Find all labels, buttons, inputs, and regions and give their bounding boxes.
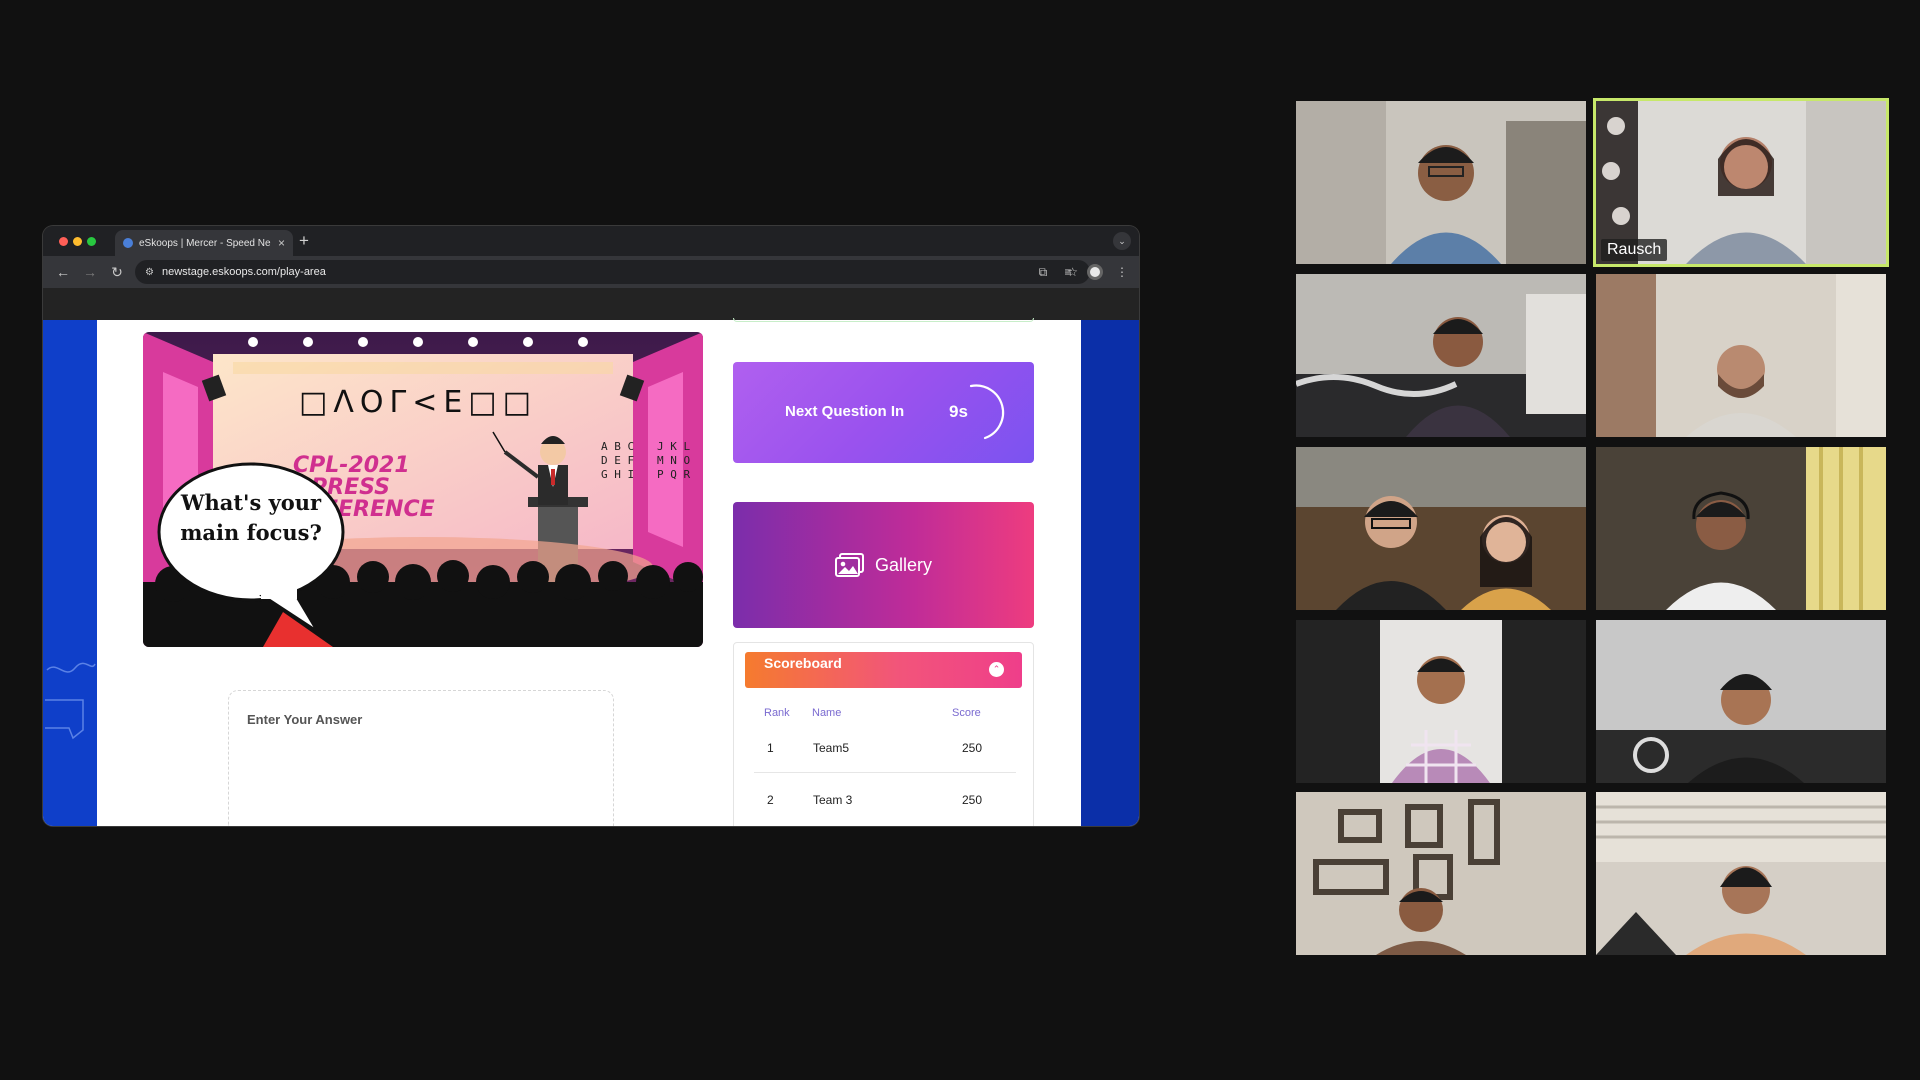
team-name-cell: Team5 xyxy=(813,741,850,755)
participant-video-tile[interactable] xyxy=(1296,620,1586,783)
participant-video-tile[interactable] xyxy=(1296,101,1586,264)
next-question-label: Next Question In xyxy=(785,403,905,420)
tab-bar: eSkoops | Mercer - Speed Ne × + ⌄ xyxy=(43,226,1139,256)
collapse-chevron-icon[interactable]: ⌃ xyxy=(989,662,1004,677)
participant-video-tile[interactable] xyxy=(1596,447,1886,610)
new-tab-icon[interactable]: + xyxy=(299,231,309,251)
gallery-button[interactable]: Gallery xyxy=(733,502,1034,628)
left-blue-margin xyxy=(43,320,97,826)
url-text: newstage.eskoops.com/play-area xyxy=(161,266,326,278)
browser-toolbar: ← → ↻ ⚙ newstage.eskoops.com/play-area ⧉… xyxy=(43,256,1139,288)
participant-video-tile[interactable] xyxy=(1596,792,1886,955)
gallery-label: Gallery xyxy=(874,554,932,575)
svg-text:G H I: G H I xyxy=(601,468,634,481)
reading-list-icon[interactable]: ≡ xyxy=(1059,262,1077,282)
scoreboard-title: Scoreboard xyxy=(764,655,842,671)
question-image: □ΛΟΓ<Ε□□ CPL-2021 PRESS FERENCE A B CD E… xyxy=(143,332,703,647)
previous-card-edge xyxy=(733,318,1034,322)
participant-video-tile-active-speaker[interactable]: Rausch xyxy=(1593,98,1889,267)
column-header-score: Score xyxy=(952,707,981,719)
tab-close-icon[interactable]: × xyxy=(278,237,285,249)
forward-icon[interactable]: → xyxy=(80,262,100,282)
doodle-decoration xyxy=(45,662,96,740)
participant-video-tile[interactable] xyxy=(1596,620,1886,783)
rank-cell: 1 xyxy=(767,741,774,755)
score-cell: 250 xyxy=(962,741,983,755)
favicon-icon xyxy=(123,238,133,248)
next-question-timer-card: Next Question In 9s xyxy=(733,362,1034,463)
svg-text:A B C: A B C xyxy=(601,440,634,453)
svg-text:M N O: M N O xyxy=(657,454,690,467)
address-bar[interactable]: ⚙ newstage.eskoops.com/play-area ⧉ ☆ xyxy=(135,260,1090,284)
profile-avatar[interactable] xyxy=(1087,264,1103,280)
menu-kebab-icon[interactable]: ⋮ xyxy=(1113,262,1131,282)
right-blue-margin xyxy=(1081,320,1139,826)
browser-tab[interactable]: eSkoops | Mercer - Speed Ne × xyxy=(115,230,293,256)
svg-text:D E F: D E F xyxy=(601,454,634,467)
countdown-ring-icon xyxy=(969,384,1005,440)
window-minimize-button[interactable] xyxy=(73,237,82,246)
scoreboard-header[interactable]: Scoreboard ⌃ xyxy=(745,652,1022,688)
participant-video-tile[interactable] xyxy=(1296,447,1586,610)
tab-search-icon[interactable]: ⌄ xyxy=(1113,232,1131,250)
svg-text:J K L: J K L xyxy=(657,440,690,453)
table-row: 2 Team 3 250 xyxy=(734,793,1035,823)
participant-video-tile[interactable] xyxy=(1596,274,1886,437)
active-speaker-name: Rausch xyxy=(1601,239,1668,261)
scoreboard-panel: Scoreboard ⌃ Rank Name Score 1 Team5 250… xyxy=(733,642,1034,826)
gallery-icon xyxy=(834,553,864,577)
window-maximize-button[interactable] xyxy=(87,237,96,246)
back-icon[interactable]: ← xyxy=(53,262,73,282)
row-divider xyxy=(754,772,1016,773)
site-info-icon[interactable]: ⚙ xyxy=(145,267,154,278)
play-area-page: □ΛΟΓ<Ε□□ CPL-2021 PRESS FERENCE A B CD E… xyxy=(43,318,1139,826)
table-row: 1 Team5 250 xyxy=(734,741,1035,771)
participant-video-tile[interactable] xyxy=(1296,792,1586,955)
score-cell: 250 xyxy=(962,793,983,807)
rank-cell: 2 xyxy=(767,793,774,807)
window-close-button[interactable] xyxy=(59,237,68,246)
svg-text:P Q R: P Q R xyxy=(657,468,690,481)
column-header-name: Name xyxy=(812,707,842,719)
column-header-rank: Rank xyxy=(764,707,790,719)
reload-icon[interactable]: ↻ xyxy=(107,262,127,282)
answer-input[interactable]: Enter Your Answer xyxy=(228,690,614,826)
team-name-cell: Team 3 xyxy=(813,793,853,807)
browser-window: eSkoops | Mercer - Speed Ne × + ⌄ ← → ↻ … xyxy=(43,226,1139,826)
page-viewport: □ΛΟΓ<Ε□□ CPL-2021 PRESS FERENCE A B CD E… xyxy=(43,288,1139,826)
tab-title: eSkoops | Mercer - Speed Ne xyxy=(139,237,271,249)
install-app-icon[interactable]: ⧉ xyxy=(1039,265,1048,280)
speech-bubble-text: What's your main focus? xyxy=(180,490,322,545)
participant-video-tile[interactable] xyxy=(1296,274,1586,437)
eskoops-logo-text: □ΛΟΓ<Ε□□ xyxy=(299,385,537,420)
answer-placeholder: Enter Your Answer xyxy=(247,712,363,727)
